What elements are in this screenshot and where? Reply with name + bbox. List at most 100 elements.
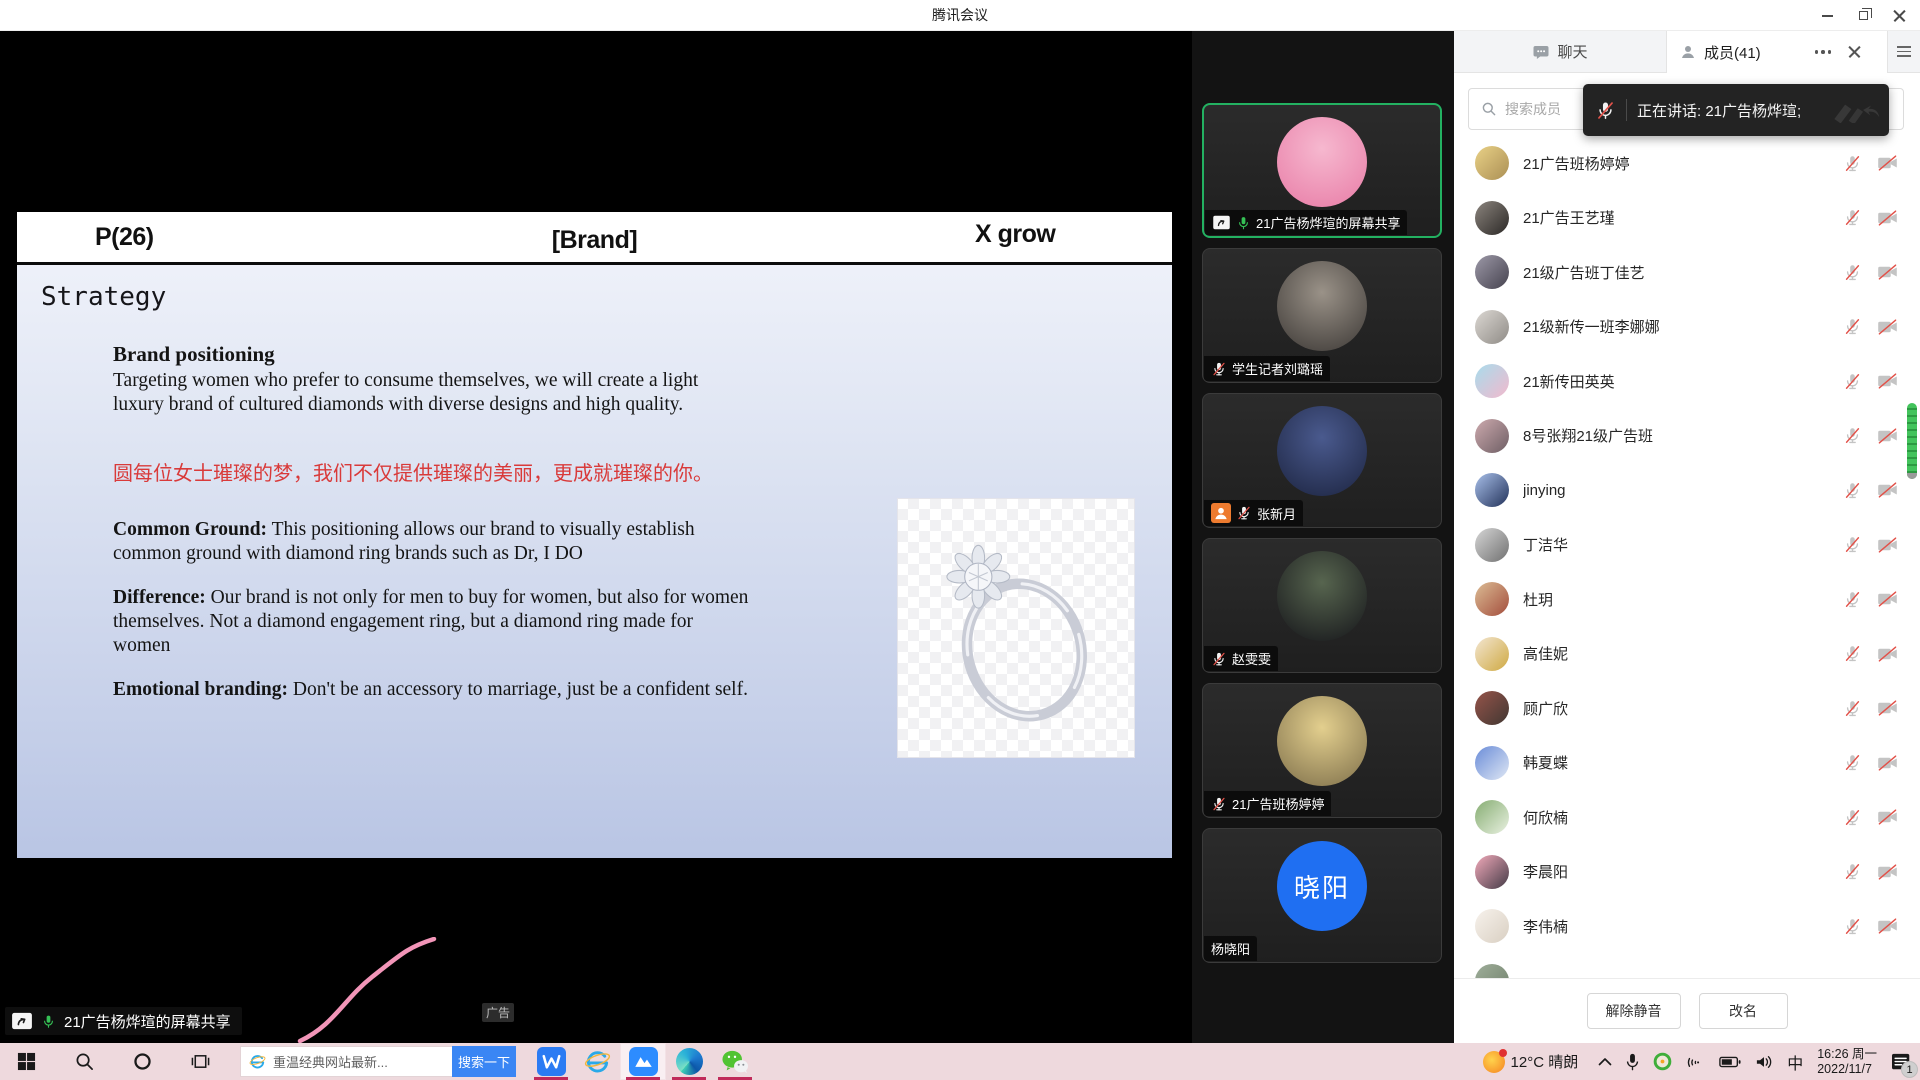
member-row[interactable]: 韩夏蝶 [1454, 736, 1920, 791]
mic-muted-icon[interactable] [1843, 917, 1862, 936]
tray-microphone[interactable] [1619, 1043, 1646, 1080]
member-row[interactable]: 高佳妮 [1454, 627, 1920, 682]
mic-muted-icon[interactable] [1843, 753, 1862, 772]
speaking-banner: 正在讲话: 21广告杨烨瑄; [1583, 84, 1889, 136]
member-row[interactable]: 8号张翔21级广告班 [1454, 409, 1920, 464]
taskbar-app-edge[interactable] [666, 1043, 712, 1080]
ime-indicator[interactable]: 中 [1780, 1043, 1810, 1080]
member-row[interactable]: 21级广告班丁佳艺 [1454, 245, 1920, 300]
member-row[interactable]: 李伟楠 [1454, 899, 1920, 954]
taskbar-app-wechat[interactable] [712, 1043, 758, 1080]
thumbnail-screen-share[interactable]: 21广告杨烨瑄的屏幕共享 [1202, 103, 1442, 238]
minimize-button[interactable] [1810, 0, 1844, 31]
mic-muted-icon[interactable] [1843, 154, 1862, 173]
member-row[interactable]: 顾广欣 [1454, 681, 1920, 736]
member-status-icons [1843, 263, 1898, 282]
camera-muted-icon[interactable] [1877, 427, 1898, 445]
thumbnail-participant[interactable]: 张新月 [1202, 393, 1442, 528]
member-row[interactable]: 21新传田英英 [1454, 354, 1920, 409]
thumbnail-participant[interactable]: 21广告班杨婷婷 [1202, 683, 1442, 818]
mic-muted-icon[interactable] [1843, 862, 1862, 881]
clock[interactable]: 16:26 周一2022/11/7 [1810, 1043, 1884, 1080]
thumbnail-participant[interactable]: 学生记者刘璐瑶 [1202, 248, 1442, 383]
member-row-partial[interactable] [1454, 954, 1920, 979]
mic-muted-icon[interactable] [1843, 263, 1862, 282]
member-list-scrollbar[interactable] [1907, 403, 1917, 479]
antivirus-360-icon [1653, 1052, 1672, 1071]
member-row[interactable]: 21广告王艺瑾 [1454, 191, 1920, 246]
member-row[interactable]: 21广告班杨婷婷 [1454, 136, 1920, 191]
tray-volume[interactable] [1748, 1043, 1780, 1080]
screen-share-icon [11, 1012, 33, 1030]
tab-members[interactable]: 成员(41) [1667, 31, 1887, 73]
thumbnail-participant[interactable]: 晓阳杨晓阳 [1202, 828, 1442, 963]
member-name: 21广告王艺瑾 [1523, 207, 1615, 228]
camera-muted-icon[interactable] [1877, 754, 1898, 772]
member-row[interactable]: 21级新传一班李娜娜 [1454, 300, 1920, 355]
tray-battery[interactable] [1712, 1043, 1748, 1080]
camera-muted-icon[interactable] [1877, 318, 1898, 336]
camera-muted-icon[interactable] [1877, 699, 1898, 717]
camera-muted-icon[interactable] [1877, 263, 1898, 281]
mic-muted-icon[interactable] [1843, 644, 1862, 663]
thumbnail-participant[interactable]: 赵雯雯 [1202, 538, 1442, 673]
camera-muted-icon[interactable] [1877, 481, 1898, 499]
member-row[interactable]: 李晨阳 [1454, 845, 1920, 900]
tray-network[interactable] [1679, 1043, 1712, 1080]
mic-muted-icon[interactable] [1843, 372, 1862, 391]
mic-muted-icon[interactable] [1843, 535, 1862, 554]
cortana-button[interactable] [124, 1043, 160, 1080]
taskbar-app-wps[interactable] [528, 1043, 574, 1080]
notification-center-button[interactable]: 1 [1884, 1043, 1920, 1080]
thumbnail-name: 21广告班杨婷婷 [1232, 794, 1324, 813]
tray-antivirus[interactable] [1646, 1043, 1679, 1080]
camera-muted-icon[interactable] [1877, 536, 1898, 554]
mic-muted-icon[interactable] [1843, 208, 1862, 227]
web-search-text: 重温经典网站最新... [273, 1052, 446, 1071]
start-button[interactable] [8, 1043, 44, 1080]
camera-muted-icon[interactable] [1877, 209, 1898, 227]
mic-muted-icon[interactable] [1843, 481, 1862, 500]
member-row[interactable]: 杜玥 [1454, 572, 1920, 627]
camera-muted-icon[interactable] [1877, 645, 1898, 663]
member-list[interactable]: 21广告班杨婷婷 21广告王艺瑾 21级广告班丁佳艺 21级新传一班李娜娜 21… [1454, 136, 1920, 978]
camera-muted-icon[interactable] [1877, 154, 1898, 172]
participant-avatar [1277, 551, 1367, 641]
panel-menu-button[interactable] [1887, 31, 1920, 73]
mic-muted-icon[interactable] [1843, 699, 1862, 718]
task-view-button[interactable] [182, 1043, 218, 1080]
mic-muted-icon[interactable] [1843, 426, 1862, 445]
mic-muted-icon[interactable] [1843, 590, 1862, 609]
taskbar-app-ie[interactable] [574, 1043, 620, 1080]
camera-muted-icon[interactable] [1877, 372, 1898, 390]
mic-muted-icon[interactable] [1843, 317, 1862, 336]
member-avatar [1475, 637, 1509, 671]
taskbar-web-search-box[interactable]: 重温经典网站最新... 搜索一下 [240, 1046, 516, 1077]
taskbar-app-tencent-meeting[interactable] [620, 1043, 666, 1080]
tab-chat-label: 聊天 [1557, 41, 1587, 62]
tray-expand-button[interactable] [1591, 1043, 1619, 1080]
restore-icon [1859, 11, 1868, 20]
restore-button[interactable] [1846, 0, 1880, 31]
panel-close-icon[interactable] [1848, 45, 1861, 58]
camera-muted-icon[interactable] [1877, 863, 1898, 881]
tab-chat[interactable]: 聊天 [1454, 31, 1667, 73]
camera-muted-icon[interactable] [1877, 808, 1898, 826]
close-button[interactable] [1882, 0, 1916, 31]
weather-widget[interactable]: 12°C 晴朗 [1476, 1043, 1592, 1080]
mic-muted-icon[interactable] [1843, 808, 1862, 827]
member-row[interactable]: jinying [1454, 463, 1920, 518]
member-row[interactable]: 何欣楠 [1454, 790, 1920, 845]
camera-muted-icon[interactable] [1877, 917, 1898, 935]
member-row[interactable]: 丁洁华 [1454, 518, 1920, 573]
mic-muted-icon [1211, 361, 1227, 377]
unmute-button[interactable]: 解除静音 [1587, 993, 1681, 1029]
taskbar-search-button[interactable] [66, 1043, 102, 1080]
member-avatar [1475, 800, 1509, 834]
thumbnail-label: 杨晓阳 [1204, 936, 1257, 961]
rename-button[interactable]: 改名 [1699, 993, 1788, 1029]
slide-header-bar: P(26) [Brand] X grow [17, 212, 1172, 265]
camera-muted-icon[interactable] [1877, 590, 1898, 608]
more-options-icon[interactable] [1815, 50, 1832, 54]
web-search-button[interactable]: 搜索一下 [452, 1046, 516, 1077]
